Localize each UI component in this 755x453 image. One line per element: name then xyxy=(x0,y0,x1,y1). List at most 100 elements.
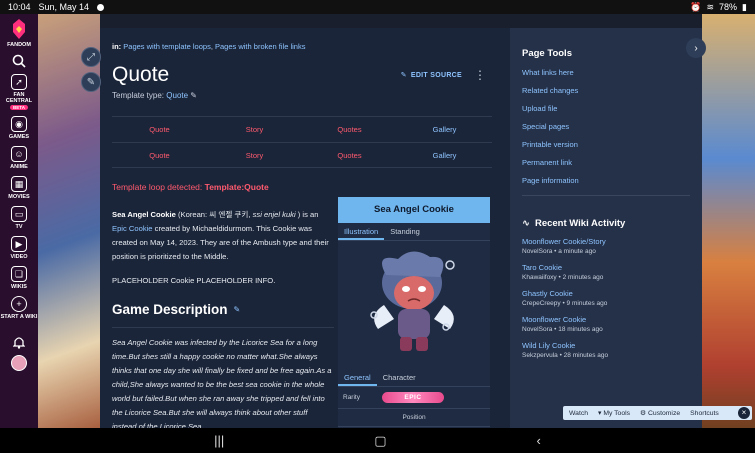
tab-general[interactable]: General xyxy=(338,369,377,386)
intro-korean-post: ) is an xyxy=(297,210,319,219)
infobox-info-tabs: General Character xyxy=(338,369,490,387)
activity-link[interactable]: Taro Cookie xyxy=(522,263,690,272)
tool-what-links-here[interactable]: What links here xyxy=(522,68,690,77)
edit-source-button[interactable]: ✎ EDIT SOURCE xyxy=(401,71,462,80)
tool-printable-version[interactable]: Printable version xyxy=(522,140,690,149)
more-options-icon[interactable]: ⋮ xyxy=(474,68,486,82)
rail-item-wikis[interactable]: ❏ WIKIS xyxy=(0,266,38,290)
nav-link-story[interactable]: Story xyxy=(207,151,302,160)
fandom-brand-label: FANDOM xyxy=(7,42,31,48)
tool-upload-file[interactable]: Upload file xyxy=(522,104,690,113)
page-title: Quote xyxy=(112,63,170,86)
fandom-logo-icon xyxy=(13,19,25,39)
nav-link-quote[interactable]: Quote xyxy=(112,151,207,160)
wifi-icon: ≋ xyxy=(706,1,715,12)
rarity-badge: EPIC xyxy=(381,392,444,403)
activity-link[interactable]: Wild Lily Cookie xyxy=(522,341,690,350)
infobox-row-rarity: Rarity EPIC xyxy=(338,387,490,409)
nav-link-quotes[interactable]: Quotes xyxy=(302,125,397,134)
customize-button[interactable]: ⚙ Customize xyxy=(640,409,680,417)
tool-page-information[interactable]: Page information xyxy=(522,176,690,185)
loop-msg-text: Template loop detected: xyxy=(112,182,203,192)
page-tools-heading: Page Tools xyxy=(522,48,572,59)
right-sidebar: Page Tools What links here Related chang… xyxy=(510,28,702,428)
epic-cookie-link[interactable]: Epic Cookie xyxy=(112,224,153,233)
activity-meta: NovelSora • 18 minutes ago xyxy=(522,326,603,333)
template-type-label: Template type: xyxy=(112,91,165,100)
rail-label: GAMES xyxy=(8,134,30,141)
template-type-link[interactable]: Quote xyxy=(166,91,188,100)
intro-korean-roman: ssi enjel kuki xyxy=(252,210,296,219)
rail-item-games[interactable]: ◉ GAMES xyxy=(0,116,38,140)
back-icon[interactable]: ‹ xyxy=(537,433,541,448)
loop-template-link[interactable]: Template:Quote xyxy=(205,182,269,192)
tool-related-changes[interactable]: Related changes xyxy=(522,86,690,95)
anime-icon: ☺ xyxy=(11,146,27,163)
activity-icon: ∿ xyxy=(522,218,530,229)
shortcuts-button[interactable]: Shortcuts xyxy=(690,410,719,417)
intro-cookie-name: Sea Angel Cookie xyxy=(112,210,176,219)
table-row: Quote Story Quotes Gallery xyxy=(112,116,492,142)
activity-meta: Sekzpervula • 28 minutes ago xyxy=(522,352,609,359)
my-tools-button[interactable]: ▾ My Tools xyxy=(598,409,630,417)
activity-meta: Khawaiifoxy • 2 minutes ago xyxy=(522,274,604,281)
avatar-icon xyxy=(11,355,27,372)
nav-link-gallery[interactable]: Gallery xyxy=(397,151,492,160)
fandom-home-link[interactable]: FANDOM xyxy=(0,18,38,48)
book-icon: ❏ xyxy=(11,266,27,283)
nav-link-story[interactable]: Story xyxy=(207,125,302,134)
category-link-template-loops[interactable]: Pages with template loops xyxy=(123,42,211,51)
rail-label: MOVIES xyxy=(8,194,30,201)
edit-template-icon[interactable]: ✎ xyxy=(190,91,197,100)
search-button[interactable] xyxy=(0,54,38,68)
notifications-button[interactable] xyxy=(0,336,38,350)
template-loop-error: Template loop detected: Template:Quote xyxy=(112,182,498,192)
infobox-image-tabs: Illustration Standing xyxy=(338,223,490,241)
beta-badge: BETA xyxy=(10,105,28,111)
rail-item-fan-central[interactable]: ➚ FAN CENTRAL BETA xyxy=(0,74,38,111)
customize-label: Customize xyxy=(648,410,681,417)
activity-meta: CrepeCreepy • 9 minutes ago xyxy=(522,300,608,307)
recent-apps-icon[interactable]: ||| xyxy=(214,433,224,448)
list-item: Moonflower Cookie NovelSora • 18 minutes… xyxy=(522,315,690,333)
recent-activity-title: Recent Wiki Activity xyxy=(534,218,626,229)
rail-item-start-wiki[interactable]: + START A WIKI xyxy=(0,296,38,320)
category-link-broken-file-links[interactable]: Pages with broken file links xyxy=(215,42,305,51)
game-description-text: Sea Angel Cookie was infected by the Lic… xyxy=(112,338,332,428)
edit-button[interactable]: ✎ xyxy=(81,72,101,92)
activity-meta: NovelSora • a minute ago xyxy=(522,248,596,255)
tool-permanent-link[interactable]: Permanent link xyxy=(522,158,690,167)
intro-paragraph: Sea Angel Cookie (Korean: 씨 엔젤 쿠키, ssi e… xyxy=(112,208,334,264)
activity-link[interactable]: Moonflower Cookie xyxy=(522,315,690,324)
collapse-sidebar-button[interactable]: › xyxy=(686,38,706,58)
edit-section-icon[interactable]: ✎ xyxy=(234,303,241,318)
rail-item-movies[interactable]: ▦ MOVIES xyxy=(0,176,38,200)
position-label: Position xyxy=(402,414,426,421)
notification-icon xyxy=(97,3,105,11)
activity-link[interactable]: Moonflower Cookie/Story xyxy=(522,237,690,246)
recent-activity-heading: ∿ Recent Wiki Activity xyxy=(522,218,690,229)
edit-source-label: EDIT SOURCE xyxy=(410,71,462,79)
tool-special-pages[interactable]: Special pages xyxy=(522,122,690,131)
user-avatar[interactable] xyxy=(0,355,38,372)
rail-item-video[interactable]: ▶ VIDEO xyxy=(0,236,38,260)
nav-link-quotes[interactable]: Quotes xyxy=(302,151,397,160)
status-bar: 10:04 Sun, May 14 ⏰ ≋ 78% ▮ xyxy=(0,0,755,14)
battery-level: 78% xyxy=(719,2,738,12)
cookie-illustration xyxy=(338,241,490,369)
tab-standing[interactable]: Standing xyxy=(384,223,426,240)
home-icon[interactable]: ▢ xyxy=(374,433,386,449)
nav-link-quote[interactable]: Quote xyxy=(112,125,207,134)
rail-item-anime[interactable]: ☺ ANIME xyxy=(0,146,38,170)
nav-link-gallery[interactable]: Gallery xyxy=(397,125,492,134)
rail-item-tv[interactable]: ▭ TV xyxy=(0,206,38,230)
article-body: Sea Angel Cookie (Korean: 씨 엔젤 쿠키, ssi e… xyxy=(112,208,334,428)
activity-link[interactable]: Ghastly Cookie xyxy=(522,289,690,298)
tab-character[interactable]: Character xyxy=(377,369,422,386)
tab-illustration[interactable]: Illustration xyxy=(338,223,385,240)
watch-button[interactable]: Watch xyxy=(569,410,588,417)
gamepad-icon: ◉ xyxy=(11,116,27,133)
close-icon[interactable]: × xyxy=(738,407,750,419)
rail-label: START A WIKI xyxy=(0,314,38,321)
expand-button[interactable]: ⤢ xyxy=(81,47,101,67)
